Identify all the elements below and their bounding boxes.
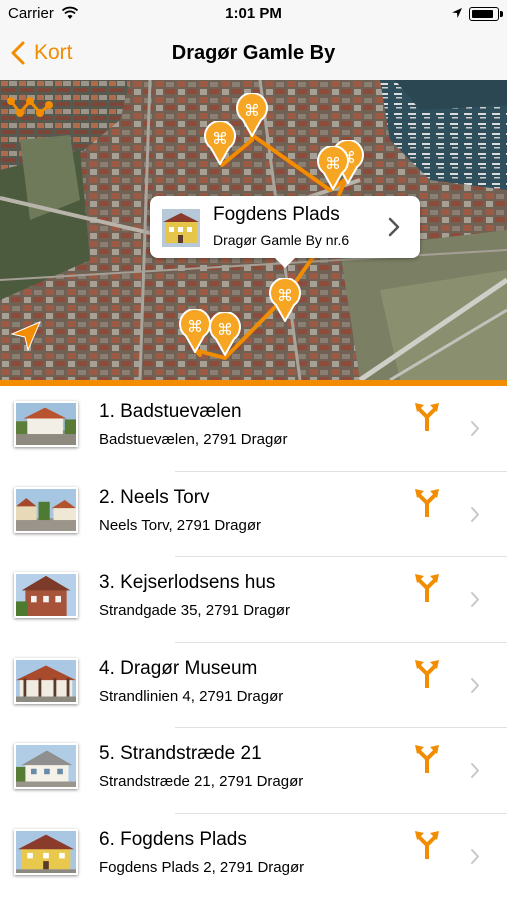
directions-icon[interactable]: [414, 402, 440, 432]
place-thumbnail: [14, 828, 78, 875]
list-item[interactable]: 4. Dragør Museum Strandlinien 4, 2791 Dr…: [0, 643, 507, 729]
battery-level: [472, 10, 493, 18]
chevron-right-icon: [471, 677, 479, 693]
svg-text:⌘: ⌘: [277, 286, 293, 305]
chevron-right-icon: [388, 217, 400, 237]
chevron-right-icon: [471, 592, 479, 608]
map-view[interactable]: ⌘ ⌘ ⌘ ⌘ ⌘ ⌘ ⌘ Fogdens Plads Dragø: [0, 80, 507, 380]
battery-icon: [469, 7, 503, 21]
chevron-right-icon: [471, 421, 479, 436]
directions-icon[interactable]: [414, 573, 440, 603]
place-title: 5. Strandstræde 21: [99, 743, 262, 765]
locate-me-icon[interactable]: [10, 320, 42, 352]
navigation-bar: Kort Dragør Gamle By: [0, 28, 507, 80]
place-thumbnail: [14, 486, 78, 533]
list-item[interactable]: 6. Fogdens Plads Fogdens Plads 2, 2791 D…: [0, 814, 507, 900]
location-services-icon: [452, 8, 462, 18]
directions-icon[interactable]: [414, 744, 440, 774]
place-address: Badstuevælen, 2791 Dragør: [99, 431, 288, 448]
list-item[interactable]: 2. Neels Torv Neels Torv, 2791 Dragør: [0, 472, 507, 558]
place-title: 6. Fogdens Plads: [99, 828, 247, 850]
map-pin-2[interactable]: ⌘: [203, 121, 237, 165]
svg-text:⌘: ⌘: [217, 320, 233, 339]
list-item[interactable]: 5. Strandstræde 21 Strandstræde 21, 2791…: [0, 728, 507, 814]
place-address: Strandgade 35, 2791 Dragør: [99, 602, 290, 620]
place-title: 3. Kejserlodsens hus: [99, 572, 276, 594]
svg-text:⌘: ⌘: [244, 101, 260, 120]
directions-icon[interactable]: [414, 659, 440, 689]
chevron-right-icon: [471, 848, 479, 864]
place-address: Strandlinien 4, 2791 Dragør: [99, 687, 284, 705]
list-item[interactable]: 3. Kejserlodsens hus Strandgade 35, 2791…: [0, 557, 507, 643]
place-title: 1. Badstuevælen: [99, 401, 242, 422]
route-toggle-icon[interactable]: [6, 93, 54, 121]
map-callout[interactable]: Fogdens Plads Dragør Gamle By nr.6: [150, 196, 420, 268]
map-pin-7[interactable]: ⌘: [178, 309, 212, 353]
clock: 1:01 PM: [225, 5, 282, 22]
svg-text:⌘: ⌘: [187, 317, 203, 336]
svg-text:⌘: ⌘: [212, 129, 228, 148]
callout-thumbnail: [162, 209, 200, 247]
place-address: Neels Torv, 2791 Dragør: [99, 516, 262, 534]
directions-icon[interactable]: [414, 830, 440, 860]
place-title: 2. Neels Torv: [99, 486, 210, 508]
place-thumbnail: [14, 572, 78, 619]
directions-icon[interactable]: [414, 488, 440, 518]
page-title: Dragør Gamle By: [171, 42, 336, 64]
list-item[interactable]: 1. Badstuevælen Badstuevælen, 2791 Dragø…: [0, 386, 507, 472]
map-pin-1[interactable]: ⌘: [235, 93, 269, 137]
place-thumbnail: [14, 401, 78, 447]
place-thumbnail: [14, 657, 78, 704]
map-pin-5[interactable]: ⌘: [268, 278, 302, 322]
place-thumbnail: [14, 743, 78, 790]
status-bar: Carrier 1:01 PM: [0, 0, 507, 28]
callout-subtitle: Dragør Gamle By nr.6: [213, 232, 350, 248]
place-address: Strandstræde 21, 2791 Dragør: [99, 773, 304, 791]
map-pin-6[interactable]: ⌘: [208, 312, 242, 356]
svg-text:⌘: ⌘: [325, 154, 341, 173]
callout-title: Fogdens Plads: [213, 204, 340, 225]
place-title: 4. Dragør Museum: [99, 657, 258, 679]
chevron-right-icon: [471, 506, 479, 522]
place-address: Fogdens Plads 2, 2791 Dragør: [99, 858, 305, 876]
map-pin-4[interactable]: ⌘: [316, 146, 350, 190]
places-list: 1. Badstuevælen Badstuevælen, 2791 Dragø…: [0, 386, 507, 900]
chevron-right-icon: [471, 763, 479, 779]
